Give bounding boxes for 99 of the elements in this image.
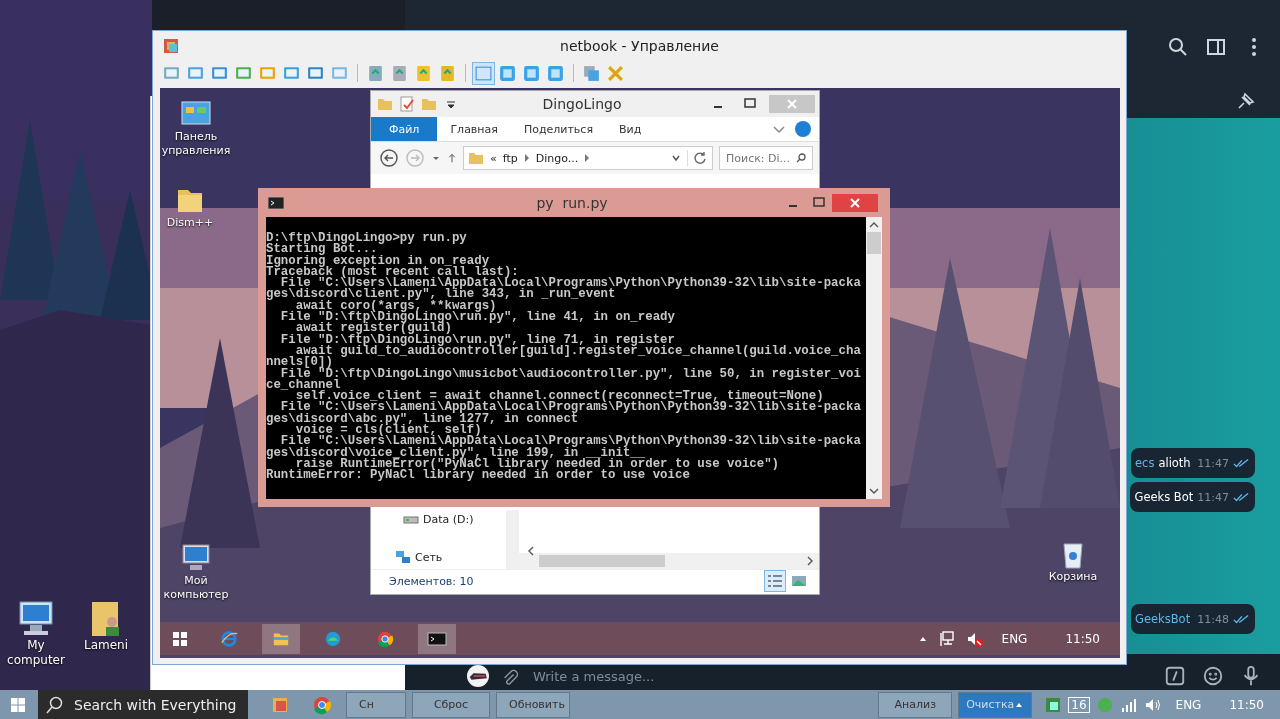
network-icon[interactable] [395, 549, 411, 565]
commands-icon[interactable] [1164, 665, 1186, 687]
toolbar-button[interactable]: Сброс [412, 691, 490, 718]
path-segment[interactable]: « [490, 151, 497, 165]
ribbon-tab[interactable]: Вид [606, 117, 655, 141]
avatar-icon[interactable] [467, 665, 489, 687]
address-bar[interactable]: « ftp Dingo... [463, 146, 713, 170]
folder-icon [468, 150, 484, 166]
emoji-icon[interactable] [1202, 665, 1224, 687]
chevron-right-icon[interactable] [523, 154, 530, 162]
start-icon[interactable] [10, 696, 26, 713]
console-line: D:\ftp\DingoLingo>py run.py [266, 233, 468, 245]
up-icon[interactable] [447, 153, 457, 163]
console-line: File "C:\Users\Lameni\AppData\Local\Programs\Python\Python39-32\lib\site-packa [280, 436, 862, 448]
shield-icon[interactable] [1044, 695, 1063, 714]
double-check-icon [1233, 614, 1249, 624]
chevron-down-icon[interactable] [671, 153, 681, 163]
ribbon-tab[interactable]: Поделиться [510, 117, 607, 141]
search-icon[interactable] [1168, 37, 1188, 57]
double-check-icon [1233, 492, 1249, 502]
icon-label[interactable]: My computer [4, 638, 68, 668]
scrollbar-thumb[interactable] [867, 232, 881, 254]
browser-wave-icon [323, 629, 343, 648]
nav-item[interactable]: Data (D:) [423, 512, 474, 526]
search-icon [46, 695, 64, 714]
message-text: Geeks Bot [1134, 490, 1194, 504]
message-time: 11:47 [1197, 456, 1229, 470]
properties-icon[interactable] [399, 96, 415, 112]
ribbon-tab[interactable]: Главная [437, 117, 511, 141]
close-icon[interactable] [832, 193, 878, 212]
ribbon-tab[interactable]: Файл [371, 117, 438, 141]
path-segment[interactable]: ftp [502, 151, 518, 165]
console-line: RuntimeError: PyNaCl library needed in order to use voice [266, 470, 691, 482]
full-view-icon[interactable] [473, 62, 494, 84]
search-placeholder: Search with Everything [74, 696, 237, 713]
icon-label[interactable]: Мой компьютер [160, 574, 241, 602]
console-line: File "D:\ftp\DingoLingo\run.py", line 71, in register [279, 334, 675, 346]
sidebar-icon[interactable] [1206, 37, 1226, 57]
console-line: Ignoring exception in on_ready [266, 255, 490, 267]
window-title: DingoLingo [541, 96, 623, 112]
network-icon[interactable] [937, 629, 956, 648]
icon-label[interactable]: Lameni [83, 638, 129, 653]
scroll-down-icon[interactable] [869, 486, 879, 496]
browser-e-icon [219, 629, 239, 648]
chevron-right-icon[interactable] [584, 154, 591, 162]
scrollbar[interactable] [866, 217, 882, 499]
search-input[interactable]: Поиск: Di... [724, 150, 796, 166]
taskbar-app[interactable] [418, 623, 456, 654]
taskbar-app[interactable] [262, 623, 300, 654]
icon-label[interactable]: Dism++ [166, 216, 214, 230]
refresh-icon[interactable] [687, 150, 708, 166]
message-time: 11:47 [1197, 490, 1229, 504]
console-line: File "C:\Users\Lameni\AppData\Local\Programs\Python\Python39-32\lib\site-packa [280, 402, 862, 414]
console-line: nnels[0]) [266, 357, 333, 369]
toolbar-button[interactable]: Сн [346, 691, 406, 718]
icon-label[interactable]: Панель управления [160, 130, 241, 158]
details-view-icon[interactable] [765, 571, 785, 591]
console-line: Starting Bot... [266, 244, 378, 256]
mention-link[interactable]: ecs [1135, 456, 1155, 470]
console-line: File "D:\ftp\DingoLingo\run.py", line 41, in on_ready [279, 312, 676, 324]
folder-icon [377, 96, 393, 112]
scroll-right-icon[interactable] [805, 556, 815, 566]
nav-item[interactable]: Сеть [415, 550, 443, 564]
toolbar-button[interactable]: Обновить [496, 691, 570, 718]
back-icon[interactable] [379, 148, 399, 168]
message-time: 11:48 [1197, 612, 1229, 626]
scrollbar-thumb[interactable] [539, 555, 665, 567]
chrome-icon [375, 629, 395, 648]
message-input[interactable]: Write a message... [531, 667, 1152, 685]
console-line: File "D:\ftp\DingoLingo\musicbot\audiocontroller.py", line 50, in register_voi [280, 368, 862, 380]
scroll-left-icon[interactable] [526, 546, 536, 556]
language-indicator[interactable]: ENG [1001, 631, 1028, 646]
double-check-icon [1233, 458, 1249, 468]
path-segment[interactable]: Dingo... [535, 151, 579, 165]
mention-link[interactable]: GeeksBot [1135, 612, 1191, 626]
search-field[interactable]: Search with Everything [38, 690, 248, 719]
search-field[interactable]: Поиск: Di... [719, 146, 813, 170]
scroll-up-icon[interactable] [869, 220, 879, 230]
chrome-icon[interactable] [312, 694, 332, 715]
window-title: netbook - Управление [559, 37, 720, 54]
search-icon [796, 153, 806, 163]
icon-label[interactable]: Корзина [1048, 570, 1098, 584]
scrollbar[interactable] [519, 553, 819, 569]
message-text: alioth [1158, 456, 1191, 470]
console-line: ges\discord\client.py", line 343, in _run_event [266, 289, 616, 301]
console-icon [427, 629, 447, 648]
window-title: py run.py [535, 194, 609, 211]
console-line: ce_channel [266, 379, 341, 392]
console-line: ges\discord\voice_client.py", line 199, in __init__ [266, 447, 646, 459]
paperclip-icon[interactable] [501, 669, 519, 687]
help-icon[interactable] [795, 121, 811, 137]
console-icon [268, 196, 284, 209]
clock[interactable]: 11:50 [1065, 631, 1100, 646]
action-button[interactable]: Анализ [878, 691, 953, 718]
computer-icon[interactable] [16, 598, 56, 638]
start-icon[interactable] [172, 630, 188, 647]
status-text: Элементов: 10 [389, 574, 474, 588]
console-line: await register(guild) [295, 323, 452, 335]
app-icon [163, 37, 179, 54]
